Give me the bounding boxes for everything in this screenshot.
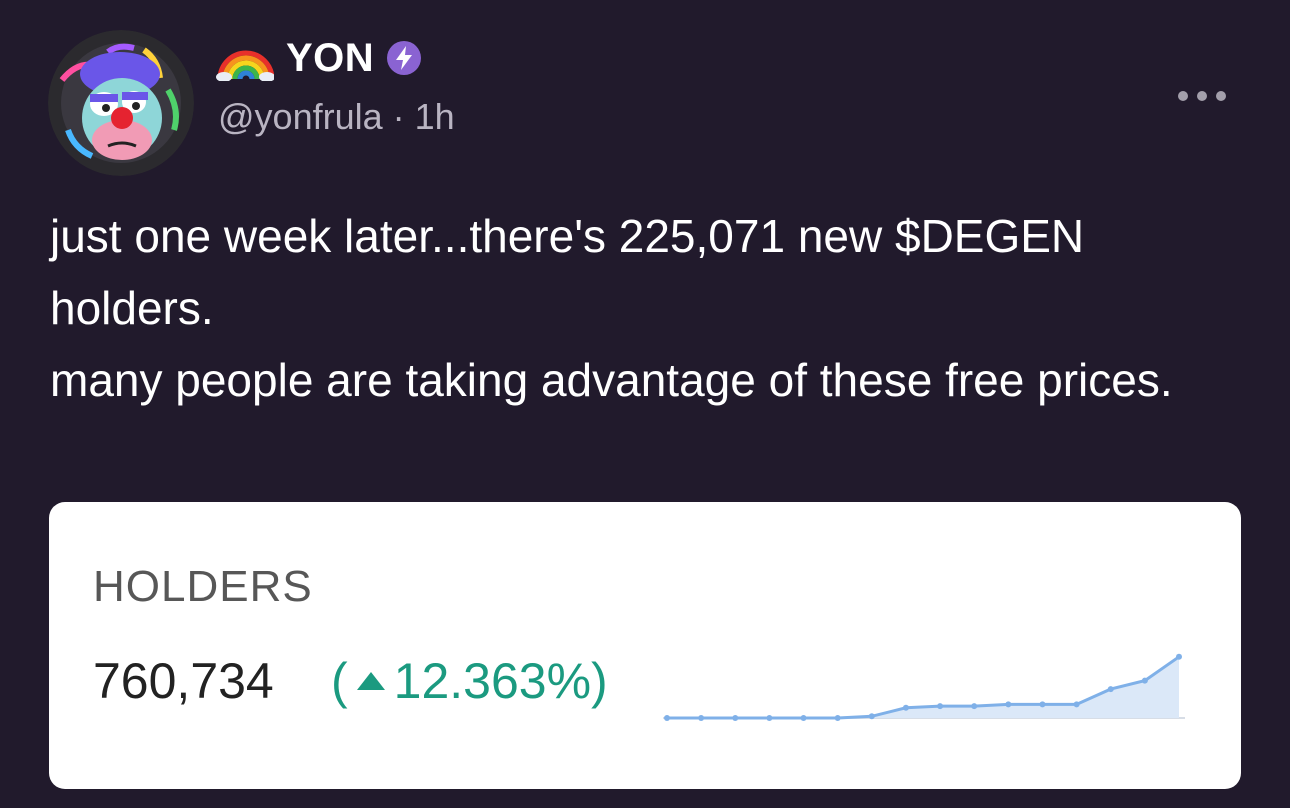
sparkline-point [732,715,739,721]
rainbow-icon [216,50,274,81]
sparkline-point [834,715,841,721]
author-handle[interactable]: @yonfrula [218,96,383,137]
sparkline-point [664,715,670,721]
power-badge-icon [387,41,422,75]
holders-value: 760,734 [93,653,274,709]
sparkline-point [766,715,773,721]
embed-card[interactable]: HOLDERS 760,734 ( 12.363%) [49,502,1241,789]
sparkline-point [1005,701,1012,708]
holders-sparkline [663,653,1185,721]
avatar-image [48,30,194,176]
sparkline-point [1176,653,1182,660]
sparkline-point [698,715,705,721]
meta-separator: · [392,96,405,137]
more-dot [1216,91,1226,101]
change-percent: 12.363%) [393,653,608,709]
sparkline-point [800,715,807,721]
more-options-icon[interactable] [1178,84,1226,108]
sparkline-area [667,656,1179,718]
name-row: YON [216,32,455,84]
up-arrow-icon [356,672,385,690]
holders-change: ( 12.363%) [331,652,608,710]
sparkline-point [902,704,909,711]
post-text-line: just one week later...there's 225,071 ne… [50,210,1085,334]
sparkline-point [1107,686,1114,693]
sparkline-point [971,703,978,710]
more-dot [1197,91,1207,101]
sparkline-point [1039,701,1046,708]
sparkline-point [868,713,875,720]
author-avatar[interactable] [48,30,194,176]
post-text-line: many people are taking advantage of thes… [50,354,1173,406]
handle-row: @yonfrula · 1h [218,96,455,138]
sparkline-point [1073,701,1080,708]
post-text: just one week later...there's 225,071 ne… [50,200,1250,416]
sparkline-point [937,703,944,710]
change-open-paren: ( [331,653,348,709]
post-time: 1h [414,96,455,137]
sparkline-point [1141,677,1148,684]
more-dot [1178,91,1188,101]
post-header: YON @yonfrula · 1h [216,32,455,138]
holders-label: HOLDERS [93,562,313,611]
author-display-name[interactable]: YON [286,36,374,81]
